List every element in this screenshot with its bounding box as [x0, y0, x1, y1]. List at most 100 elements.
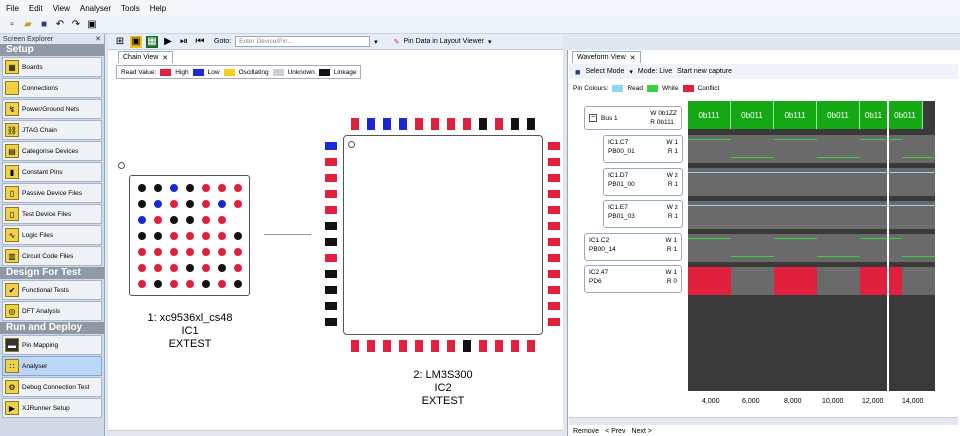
menu-view[interactable]: View — [53, 4, 70, 13]
bga-ball[interactable] — [202, 248, 210, 256]
link-icon[interactable]: ⊞ — [114, 36, 126, 48]
open-folder-icon[interactable]: ▰ — [22, 19, 34, 31]
qfp-pin[interactable] — [325, 222, 337, 230]
signal-row[interactable]: IC1.C2 W 1 PB00_14 R 1 — [584, 233, 682, 261]
qfp-pin[interactable] — [383, 340, 391, 352]
pin-data-button[interactable]: Pin Data in Layout Viewer — [404, 38, 484, 45]
menu-edit[interactable]: Edit — [29, 4, 43, 13]
explorer-item-debug-connection-test[interactable]: ⚙ Debug Connection Test — [2, 377, 102, 397]
chevron-down-icon[interactable]: ▾ — [488, 38, 492, 46]
bga-ball[interactable] — [218, 184, 226, 192]
menu-file[interactable]: File — [6, 4, 19, 13]
reset-icon[interactable]: ⏮ — [194, 36, 206, 48]
prev-button[interactable]: < Prev — [605, 428, 625, 435]
bga-ball[interactable] — [202, 280, 210, 288]
qfp-pin[interactable] — [527, 118, 535, 130]
qfp-pin[interactable] — [463, 340, 471, 352]
qfp-pin[interactable] — [325, 238, 337, 246]
bga-ball[interactable] — [154, 232, 162, 240]
qfp-pin[interactable] — [463, 118, 471, 130]
bga-ball[interactable] — [202, 232, 210, 240]
bga-ball[interactable] — [186, 264, 194, 272]
close-icon[interactable]: ✕ — [162, 54, 168, 62]
qfp-pin[interactable] — [511, 340, 519, 352]
bga-ball[interactable] — [138, 184, 146, 192]
bga-ball[interactable] — [138, 248, 146, 256]
bga-ball[interactable] — [154, 184, 162, 192]
menu-analyser[interactable]: Analyser — [80, 4, 111, 13]
board-icon[interactable]: ▦ — [146, 35, 158, 48]
bga-ball[interactable] — [138, 232, 146, 240]
qfp-pin[interactable] — [325, 174, 337, 182]
explorer-item-passive-device-files[interactable]: ▯ Passive Device Files — [2, 183, 102, 203]
explorer-item-xjrunner-setup[interactable]: ▶ XJRunner Setup — [2, 398, 102, 418]
bga-ball[interactable] — [234, 232, 242, 240]
qfp-pin[interactable] — [479, 118, 487, 130]
qfp-pin[interactable] — [351, 340, 359, 352]
bga-ball[interactable] — [234, 248, 242, 256]
qfp-pin[interactable] — [548, 302, 560, 310]
explorer-item-pin-mapping[interactable]: ▬ Pin Mapping — [2, 335, 102, 355]
bga-ball[interactable] — [218, 232, 226, 240]
qfp-pin[interactable] — [548, 206, 560, 214]
qfp-pin[interactable] — [548, 270, 560, 278]
qfp-pin[interactable] — [367, 118, 375, 130]
explorer-item-functional-tests[interactable]: ✔ Functional Tests — [2, 280, 102, 300]
explorer-item-constant-pins[interactable]: ▮ Constant Pins — [2, 162, 102, 182]
qfp-pin[interactable] — [415, 118, 423, 130]
menu-tools[interactable]: Tools — [121, 4, 140, 13]
qfp-pin[interactable] — [548, 318, 560, 326]
qfp-pin[interactable] — [548, 190, 560, 198]
bga-ball[interactable] — [186, 248, 194, 256]
explorer-item-boards[interactable]: ▦ Boards — [2, 57, 102, 77]
qfp-pin[interactable] — [351, 118, 359, 130]
tab-waveform-view[interactable]: Waveform View ✕ — [572, 51, 641, 63]
section-design-for-test[interactable]: Design For Test — [0, 267, 104, 279]
bga-ball[interactable] — [218, 248, 226, 256]
qfp-pin[interactable] — [325, 286, 337, 294]
qfp-pin[interactable] — [511, 118, 519, 130]
bga-ball[interactable] — [202, 216, 210, 224]
qfp-pin[interactable] — [431, 340, 439, 352]
qfp-pin[interactable] — [527, 340, 535, 352]
section-setup[interactable]: Setup — [0, 44, 104, 56]
device1-bga[interactable] — [129, 175, 250, 296]
qfp-pin[interactable] — [325, 254, 337, 262]
bga-ball[interactable] — [186, 184, 194, 192]
qfp-pin[interactable] — [325, 158, 337, 166]
bga-ball[interactable] — [218, 200, 226, 208]
window-icon[interactable]: ▣ — [86, 19, 98, 31]
collapse-icon[interactable]: − — [589, 114, 597, 122]
bga-ball[interactable] — [154, 280, 162, 288]
bga-ball[interactable] — [138, 280, 146, 288]
save-icon[interactable]: ■ — [575, 67, 580, 77]
bga-ball[interactable] — [170, 264, 178, 272]
bga-ball[interactable] — [218, 280, 226, 288]
bga-ball[interactable] — [218, 264, 226, 272]
tab-chain-view[interactable]: Chain View ✕ — [118, 51, 174, 63]
bga-ball[interactable] — [170, 280, 178, 288]
bga-ball[interactable] — [234, 184, 242, 192]
remove-button[interactable]: Remove — [573, 428, 599, 435]
qfp-pin[interactable] — [399, 340, 407, 352]
new-file-icon[interactable]: ▫ — [6, 19, 18, 31]
explorer-item-categorise-devices[interactable]: ▤ Categorise Devices — [2, 141, 102, 161]
waveform-hscrollbar[interactable] — [569, 417, 958, 425]
qfp-pin[interactable] — [548, 286, 560, 294]
bga-ball[interactable] — [186, 200, 194, 208]
bga-ball[interactable] — [154, 248, 162, 256]
close-icon[interactable]: ✕ — [630, 54, 636, 62]
bga-ball[interactable] — [170, 232, 178, 240]
qfp-pin[interactable] — [447, 340, 455, 352]
qfp-pin[interactable] — [415, 340, 423, 352]
menu-help[interactable]: Help — [150, 4, 166, 13]
qfp-pin[interactable] — [325, 270, 337, 278]
qfp-pin[interactable] — [325, 142, 337, 150]
qfp-pin[interactable] — [399, 118, 407, 130]
bga-ball[interactable] — [218, 216, 226, 224]
qfp-pin[interactable] — [548, 174, 560, 182]
qfp-pin[interactable] — [325, 318, 337, 326]
bga-ball[interactable] — [170, 184, 178, 192]
explorer-item-test-device-files[interactable]: ▯ Test Device Files — [2, 204, 102, 224]
goto-input[interactable]: Enter Device/Pin... — [235, 36, 371, 47]
